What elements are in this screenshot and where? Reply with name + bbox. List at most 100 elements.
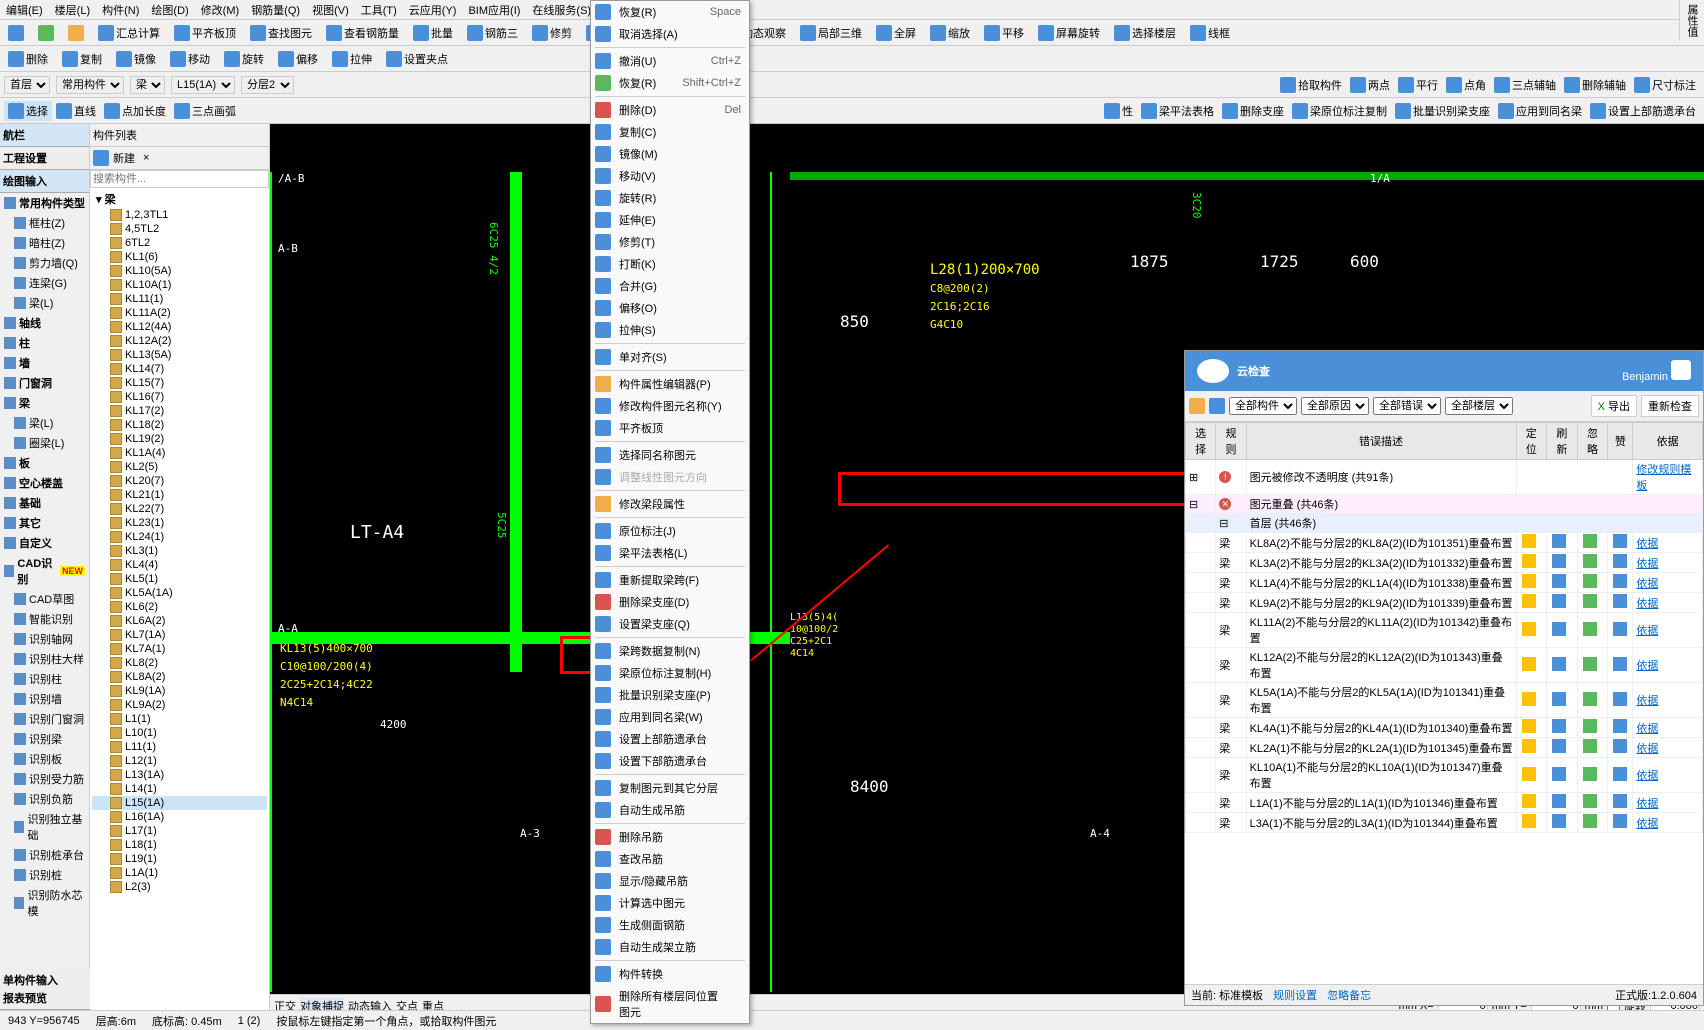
menu-item[interactable]: 撤消(U)Ctrl+Z (591, 50, 749, 72)
col-header[interactable]: 忽略 (1577, 423, 1608, 460)
toolbar-button[interactable]: 钢筋三 (463, 23, 522, 43)
like-icon[interactable] (1613, 739, 1627, 753)
tree-item[interactable]: 连梁(G) (0, 273, 89, 293)
refresh-icon[interactable] (1552, 622, 1566, 636)
menu-item[interactable]: 删除所有楼层同位置图元 (591, 985, 749, 1023)
menu-item[interactable]: 移动(V) (591, 165, 749, 187)
toolbar-button[interactable]: 旋转 (220, 49, 268, 69)
component-item[interactable]: KL12(4A) (92, 320, 267, 334)
menu-item[interactable]: 删除梁支座(D) (591, 591, 749, 613)
filter-comp[interactable]: 全部构件 (1229, 397, 1297, 415)
toolbar-button[interactable]: 梁原位标注复制 (1288, 101, 1391, 121)
tree-item[interactable]: 暗柱(Z) (0, 233, 89, 253)
toolbar-button[interactable]: 直线 (52, 101, 100, 121)
toolbar-button[interactable]: 镜像 (112, 49, 160, 69)
new-tab[interactable]: 新建 (113, 150, 135, 166)
toolbar-button[interactable]: 平齐板顶 (170, 23, 240, 43)
menu-item[interactable]: 恢复(R)Shift+Ctrl+Z (591, 72, 749, 94)
error-row[interactable]: 梁KL10A(1)不能与分层2的KL10A(1)(ID为101347)重叠布置依… (1186, 758, 1703, 793)
component-item[interactable]: KL2(5) (92, 460, 267, 474)
like-icon[interactable] (1613, 574, 1627, 588)
toolbar-button[interactable]: 线框 (1186, 23, 1234, 43)
error-row[interactable]: 梁L3A(1)不能与分层2的L3A(1)(ID为101344)重叠布置依据 (1186, 813, 1703, 833)
menu-item[interactable]: 调整线性图元方向 (591, 466, 749, 488)
toolbar-button[interactable] (34, 23, 58, 43)
component-item[interactable]: KL22(7) (92, 502, 267, 516)
group-header[interactable]: 空心楼盖 (0, 473, 89, 493)
toolbar-button[interactable]: 性 (1100, 101, 1137, 121)
refresh-icon[interactable] (1552, 534, 1566, 548)
locate-icon[interactable] (1522, 739, 1536, 753)
menu-item[interactable]: 钢筋量(Q) (245, 0, 306, 19)
like-icon[interactable] (1613, 594, 1627, 608)
like-icon[interactable] (1613, 719, 1627, 733)
menu-item[interactable]: 延伸(E) (591, 209, 749, 231)
menu-item[interactable]: 打断(K) (591, 253, 749, 275)
error-row[interactable]: 梁KL12A(2)不能与分层2的KL12A(2)(ID为101343)重叠布置依… (1186, 648, 1703, 683)
ignore-icon[interactable] (1583, 657, 1597, 671)
tree-item[interactable]: 圈梁(L) (0, 433, 89, 453)
tree-item[interactable]: 识别独立基础 (0, 809, 89, 845)
menu-item[interactable]: 自动生成吊筋 (591, 799, 749, 821)
menu-item[interactable]: 楼层(L) (49, 0, 96, 19)
tree-item[interactable]: 框柱(Z) (0, 213, 89, 233)
recheck-btn[interactable]: 重新检查 (1641, 395, 1699, 417)
component-item[interactable]: KL18(2) (92, 418, 267, 432)
refresh-icon[interactable] (1552, 657, 1566, 671)
toolbar-button[interactable]: 偏移 (274, 49, 322, 69)
menu-item[interactable]: 设置梁支座(Q) (591, 613, 749, 635)
tree-item[interactable]: 识别门窗洞 (0, 709, 89, 729)
tree-item[interactable]: 识别柱 (0, 669, 89, 689)
like-icon[interactable] (1613, 657, 1627, 671)
error-row[interactable]: 梁L1A(1)不能与分层2的L1A(1)(ID为101346)重叠布置依据 (1186, 793, 1703, 813)
refresh-icon[interactable] (1552, 574, 1566, 588)
group-header[interactable]: 其它 (0, 513, 89, 533)
locate-icon[interactable] (1522, 814, 1536, 828)
component-item[interactable]: L13(1A) (92, 768, 267, 782)
toolbar-button[interactable]: 平行 (1394, 75, 1442, 95)
ignore-icon[interactable] (1583, 574, 1597, 588)
menu-item[interactable]: 拉伸(S) (591, 319, 749, 341)
refresh-icon[interactable] (1552, 692, 1566, 706)
locate-icon[interactable] (1522, 657, 1536, 671)
component-item[interactable]: 4,5TL2 (92, 222, 267, 236)
col-header[interactable]: 依据 (1633, 423, 1703, 460)
menu-item[interactable]: 修改构件图元名称(Y) (591, 395, 749, 417)
menu-item[interactable]: 计算选中图元 (591, 892, 749, 914)
ignore-icon[interactable] (1583, 534, 1597, 548)
error-row[interactable]: 梁KL5A(1A)不能与分层2的KL5A(1A)(ID为101341)重叠布置依… (1186, 683, 1703, 718)
list-icon[interactable] (1209, 398, 1225, 414)
menu-item[interactable]: 视图(V) (306, 0, 355, 19)
component-item[interactable]: KL14(7) (92, 362, 267, 376)
toolbar-button[interactable]: 移动 (166, 49, 214, 69)
toolbar-button[interactable]: 选择楼层 (1110, 23, 1180, 43)
locate-icon[interactable] (1522, 534, 1536, 548)
component-item[interactable]: KL1(6) (92, 250, 267, 264)
component-item[interactable]: KL16(7) (92, 390, 267, 404)
component-item[interactable]: KL8(2) (92, 656, 267, 670)
tree-item[interactable]: 识别负筋 (0, 789, 89, 809)
like-icon[interactable] (1613, 534, 1627, 548)
draw-tab[interactable]: 绘图输入 (0, 170, 89, 193)
error-row[interactable]: 梁KL9A(2)不能与分层2的KL9A(2)(ID为101339)重叠布置依据 (1186, 593, 1703, 613)
menu-item[interactable]: 删除吊筋 (591, 826, 749, 848)
component-item[interactable]: L18(1) (92, 838, 267, 852)
tree-item[interactable]: 识别板 (0, 749, 89, 769)
component-item[interactable]: L10(1) (92, 726, 267, 740)
component-item[interactable]: KL7(1A) (92, 628, 267, 642)
toolbar-button[interactable]: 批量 (409, 23, 457, 43)
toolbar-button[interactable]: 三点辅轴 (1490, 75, 1560, 95)
menu-item[interactable]: 在线服务(S) (526, 0, 597, 19)
component-item[interactable]: L11(1) (92, 740, 267, 754)
component-item[interactable]: L1A(1) (92, 866, 267, 880)
like-icon[interactable] (1613, 692, 1627, 706)
menu-item[interactable]: 修改梁段属性 (591, 493, 749, 515)
toolbar-button[interactable]: 删除支座 (1218, 101, 1288, 121)
ignore-icon[interactable] (1583, 554, 1597, 568)
menu-item[interactable]: 生成侧面钢筋 (591, 914, 749, 936)
comp-select[interactable]: L15(1A) (171, 76, 235, 94)
col-header[interactable]: 规则 (1216, 423, 1246, 460)
error-row[interactable]: 梁KL3A(2)不能与分层2的KL3A(2)(ID为101332)重叠布置依据 (1186, 553, 1703, 573)
group-header[interactable]: 柱 (0, 333, 89, 353)
menu-item[interactable]: 偏移(O) (591, 297, 749, 319)
